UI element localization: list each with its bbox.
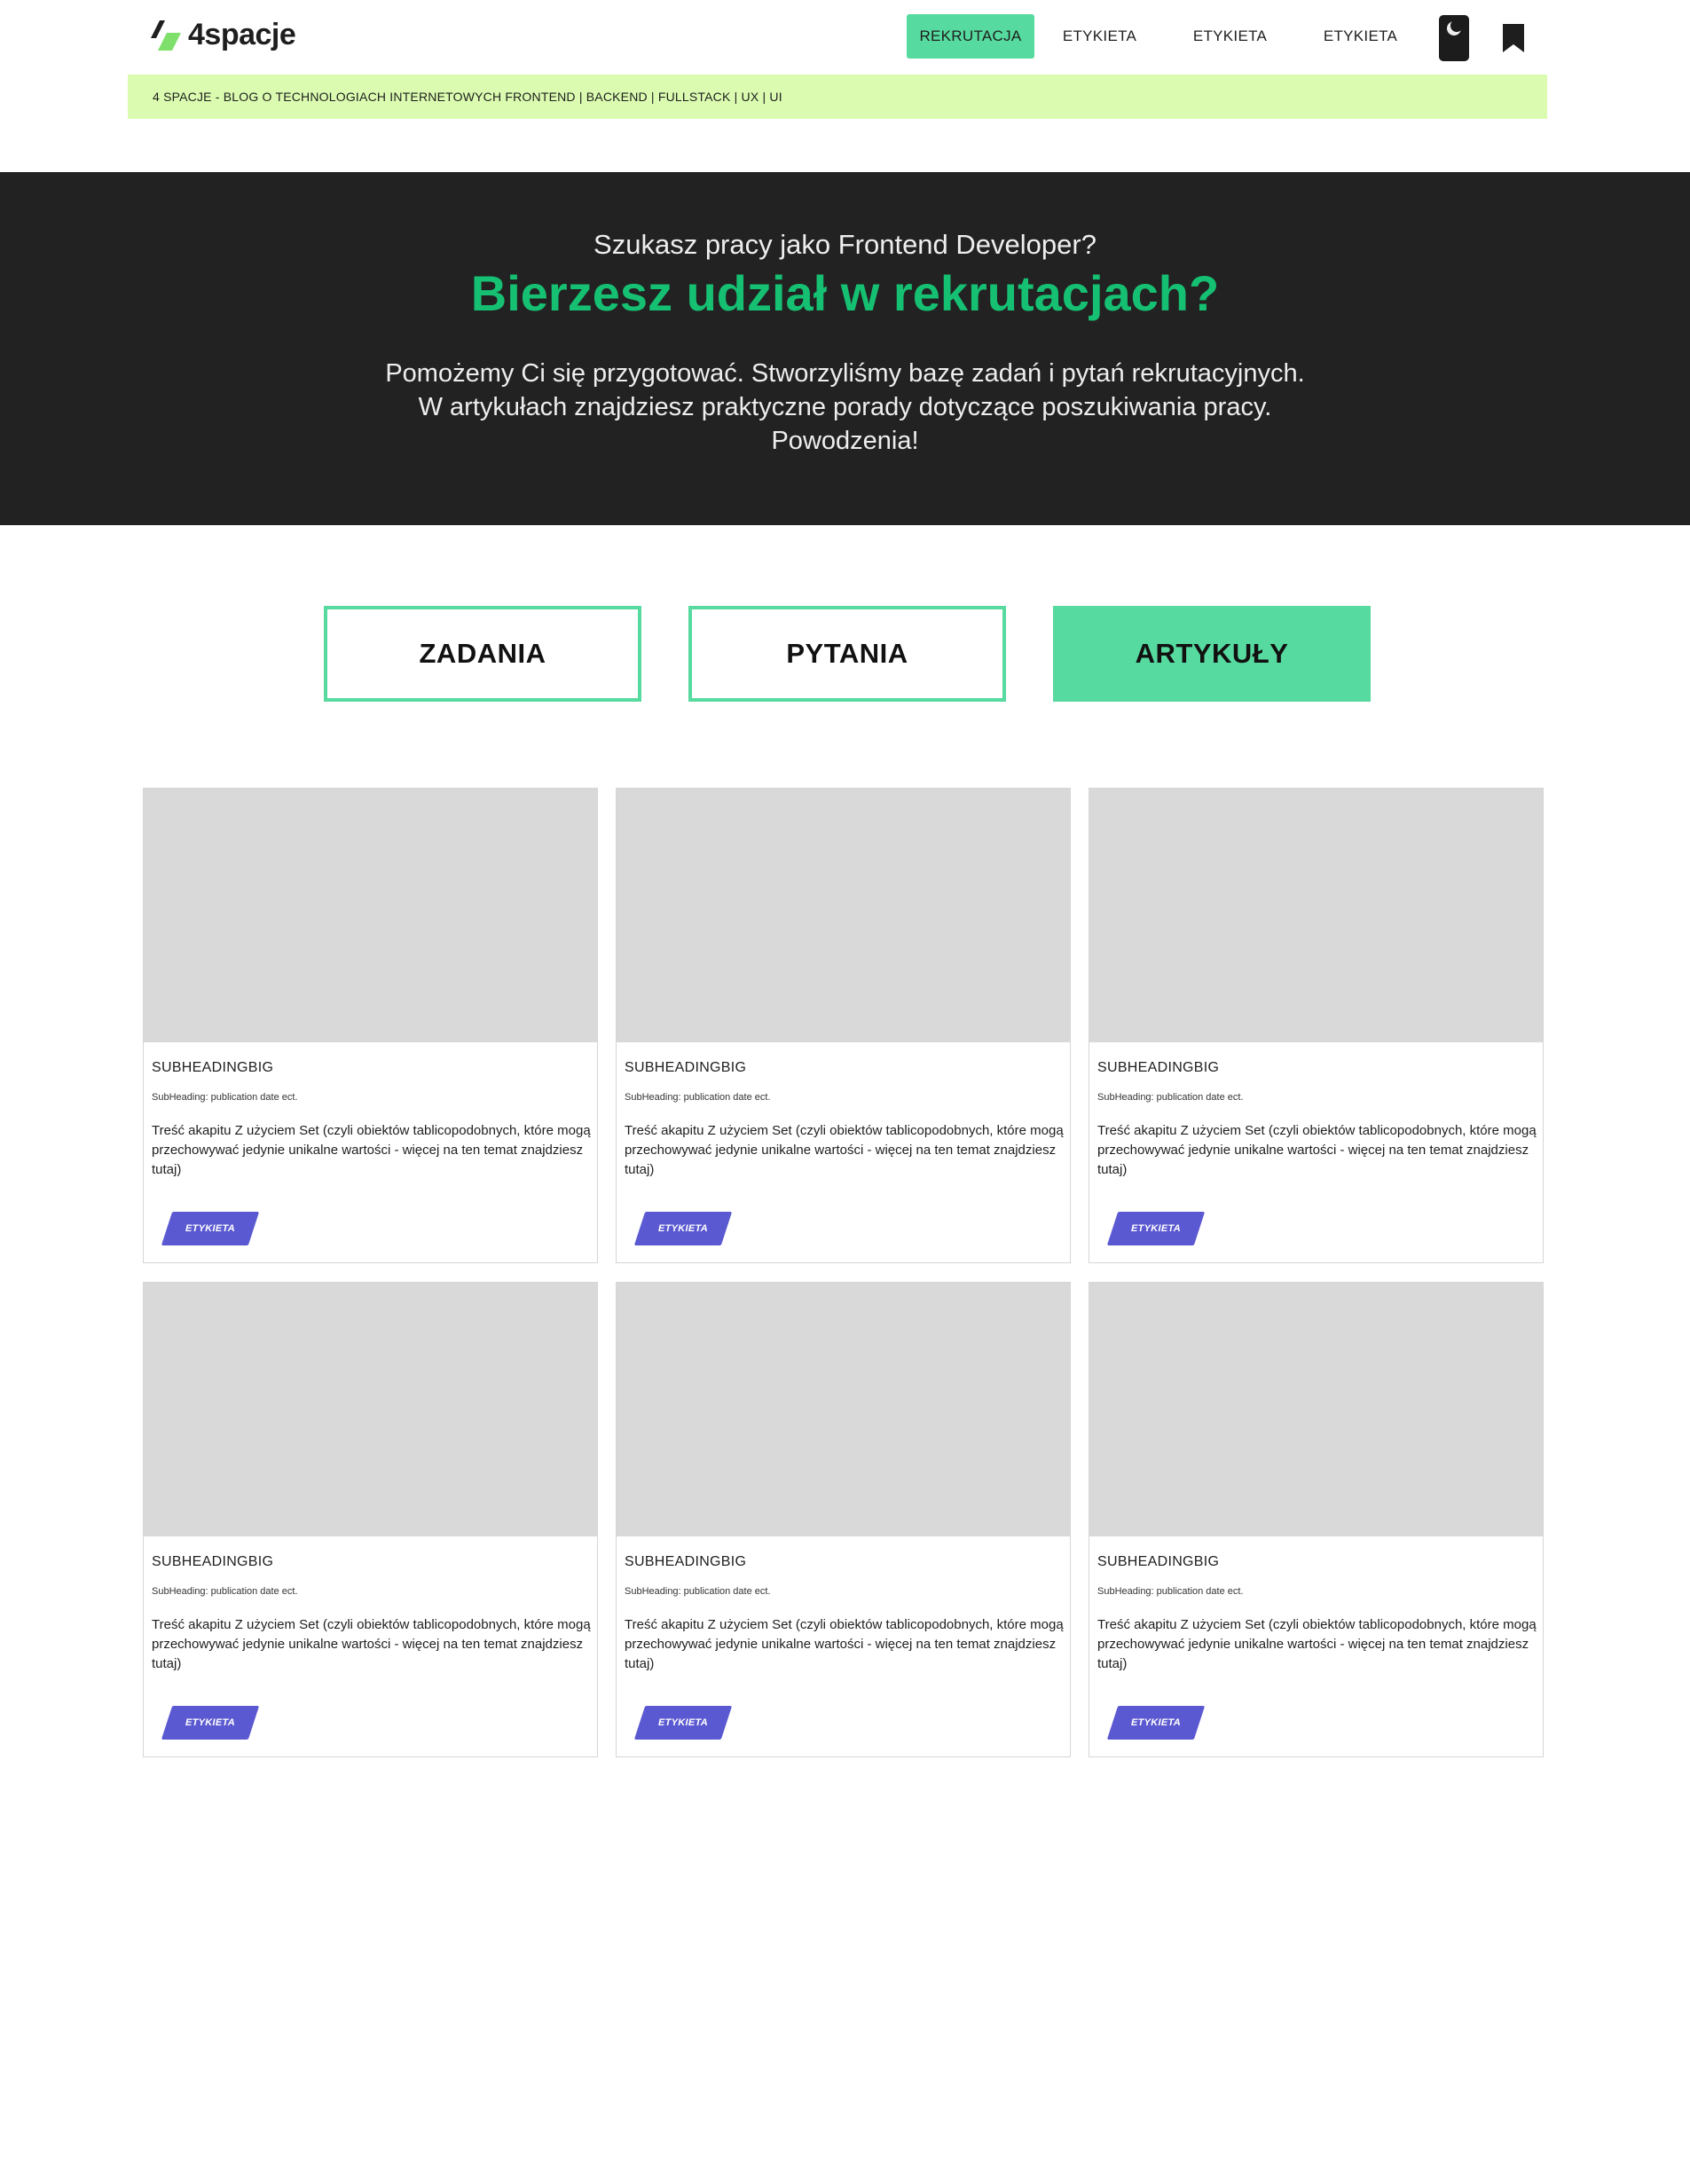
article-image-placeholder [144, 1283, 597, 1536]
article-image-placeholder [617, 1283, 1070, 1536]
article-body: Treść akapitu Z użyciem Set (czyli obiek… [152, 1123, 591, 1177]
article-tag[interactable]: ETYKIETA [633, 1212, 733, 1245]
tab-pytania[interactable]: PYTANIA [688, 606, 1006, 702]
theme-toggle-button[interactable] [1439, 15, 1469, 61]
tab-artykuly[interactable]: ARTYKUŁY [1053, 606, 1371, 702]
article-card[interactable]: SUBHEADINGBIG SubHeading: publication da… [616, 788, 1071, 1263]
nav-item-etykieta-2[interactable]: ETYKIETA [1165, 14, 1295, 59]
article-subheading: SubHeading: publication date ect. [625, 1586, 771, 1597]
article-body: Treść akapitu Z użyciem Set (czyli obiek… [1097, 1617, 1537, 1671]
logo-mark-icon [151, 20, 181, 51]
article-image-placeholder [1089, 789, 1543, 1042]
bookmark-icon[interactable] [1502, 23, 1525, 53]
article-card[interactable]: SUBHEADINGBIG SubHeading: publication da… [1089, 788, 1544, 1263]
article-title: SUBHEADINGBIG [625, 1060, 747, 1075]
hero-title: Bierzesz udział w rekrutacjach? [470, 265, 1220, 321]
logo-text: 4spacje [188, 18, 296, 51]
tab-zadania[interactable]: ZADANIA [324, 606, 641, 702]
article-tag[interactable]: ETYKIETA [161, 1706, 260, 1740]
category-tabs: ZADANIA PYTANIA ARTYKUŁY [324, 606, 1371, 702]
article-tag-label: ETYKIETA [185, 1717, 235, 1728]
article-image-placeholder [617, 789, 1070, 1042]
tagline-bar: 4 SPACJE - BLOG O TECHNOLOGIACH INTERNET… [128, 75, 1547, 119]
article-tag[interactable]: ETYKIETA [1106, 1706, 1206, 1740]
nav-item-etykieta-3[interactable]: ETYKIETA [1295, 14, 1426, 59]
article-title: SUBHEADINGBIG [152, 1060, 274, 1075]
hero-section: Szukasz pracy jako Frontend Developer? B… [0, 172, 1690, 525]
article-subheading: SubHeading: publication date ect. [1097, 1586, 1244, 1597]
article-tag[interactable]: ETYKIETA [1106, 1212, 1206, 1245]
article-card[interactable]: SUBHEADINGBIG SubHeading: publication da… [143, 1282, 598, 1757]
article-subheading: SubHeading: publication date ect. [625, 1092, 771, 1103]
article-card[interactable]: SUBHEADINGBIG SubHeading: publication da… [143, 788, 598, 1263]
article-image-placeholder [1089, 1283, 1543, 1536]
article-tag[interactable]: ETYKIETA [161, 1212, 260, 1245]
article-body: Treść akapitu Z użyciem Set (czyli obiek… [625, 1617, 1064, 1671]
article-image-placeholder [144, 789, 597, 1042]
article-title: SUBHEADINGBIG [1097, 1554, 1220, 1569]
article-title: SUBHEADINGBIG [152, 1554, 274, 1569]
hero-kicker: Szukasz pracy jako Frontend Developer? [593, 229, 1097, 260]
hero-description: Pomożemy Ci się przygotować. Stworzyliśm… [0, 357, 1690, 458]
article-tag[interactable]: ETYKIETA [633, 1706, 733, 1740]
hero-description-line: W artykułach znajdziesz praktyczne porad… [418, 393, 1272, 421]
hero-description-line: Powodzenia! [771, 427, 919, 455]
main-nav: REKRUTACJA ETYKIETA ETYKIETA ETYKIETA [907, 14, 1426, 59]
article-tag-label: ETYKIETA [185, 1223, 235, 1234]
hero-description-line: Pomożemy Ci się przygotować. Stworzyliśm… [385, 359, 1305, 388]
article-card[interactable]: SUBHEADINGBIG SubHeading: publication da… [1089, 1282, 1544, 1757]
nav-item-rekrutacja[interactable]: REKRUTACJA [907, 14, 1034, 59]
article-body: Treść akapitu Z użyciem Set (czyli obiek… [152, 1617, 591, 1671]
nav-item-etykieta-1[interactable]: ETYKIETA [1034, 14, 1165, 59]
article-subheading: SubHeading: publication date ect. [152, 1092, 298, 1103]
article-tag-label: ETYKIETA [658, 1223, 708, 1234]
article-title: SUBHEADINGBIG [625, 1554, 747, 1569]
moon-icon [1447, 20, 1463, 35]
article-tag-label: ETYKIETA [658, 1717, 708, 1728]
article-tag-label: ETYKIETA [1131, 1717, 1181, 1728]
article-card[interactable]: SUBHEADINGBIG SubHeading: publication da… [616, 1282, 1071, 1757]
logo[interactable]: 4spacje [151, 18, 296, 52]
article-subheading: SubHeading: publication date ect. [152, 1586, 298, 1597]
site-header: 4spacje REKRUTACJA ETYKIETA ETYKIETA ETY… [0, 0, 1690, 75]
article-title: SUBHEADINGBIG [1097, 1060, 1220, 1075]
article-subheading: SubHeading: publication date ect. [1097, 1092, 1244, 1103]
article-body: Treść akapitu Z użyciem Set (czyli obiek… [625, 1123, 1064, 1177]
article-grid: SUBHEADINGBIG SubHeading: publication da… [143, 788, 1544, 1757]
article-body: Treść akapitu Z użyciem Set (czyli obiek… [1097, 1123, 1537, 1177]
article-tag-label: ETYKIETA [1131, 1223, 1181, 1234]
